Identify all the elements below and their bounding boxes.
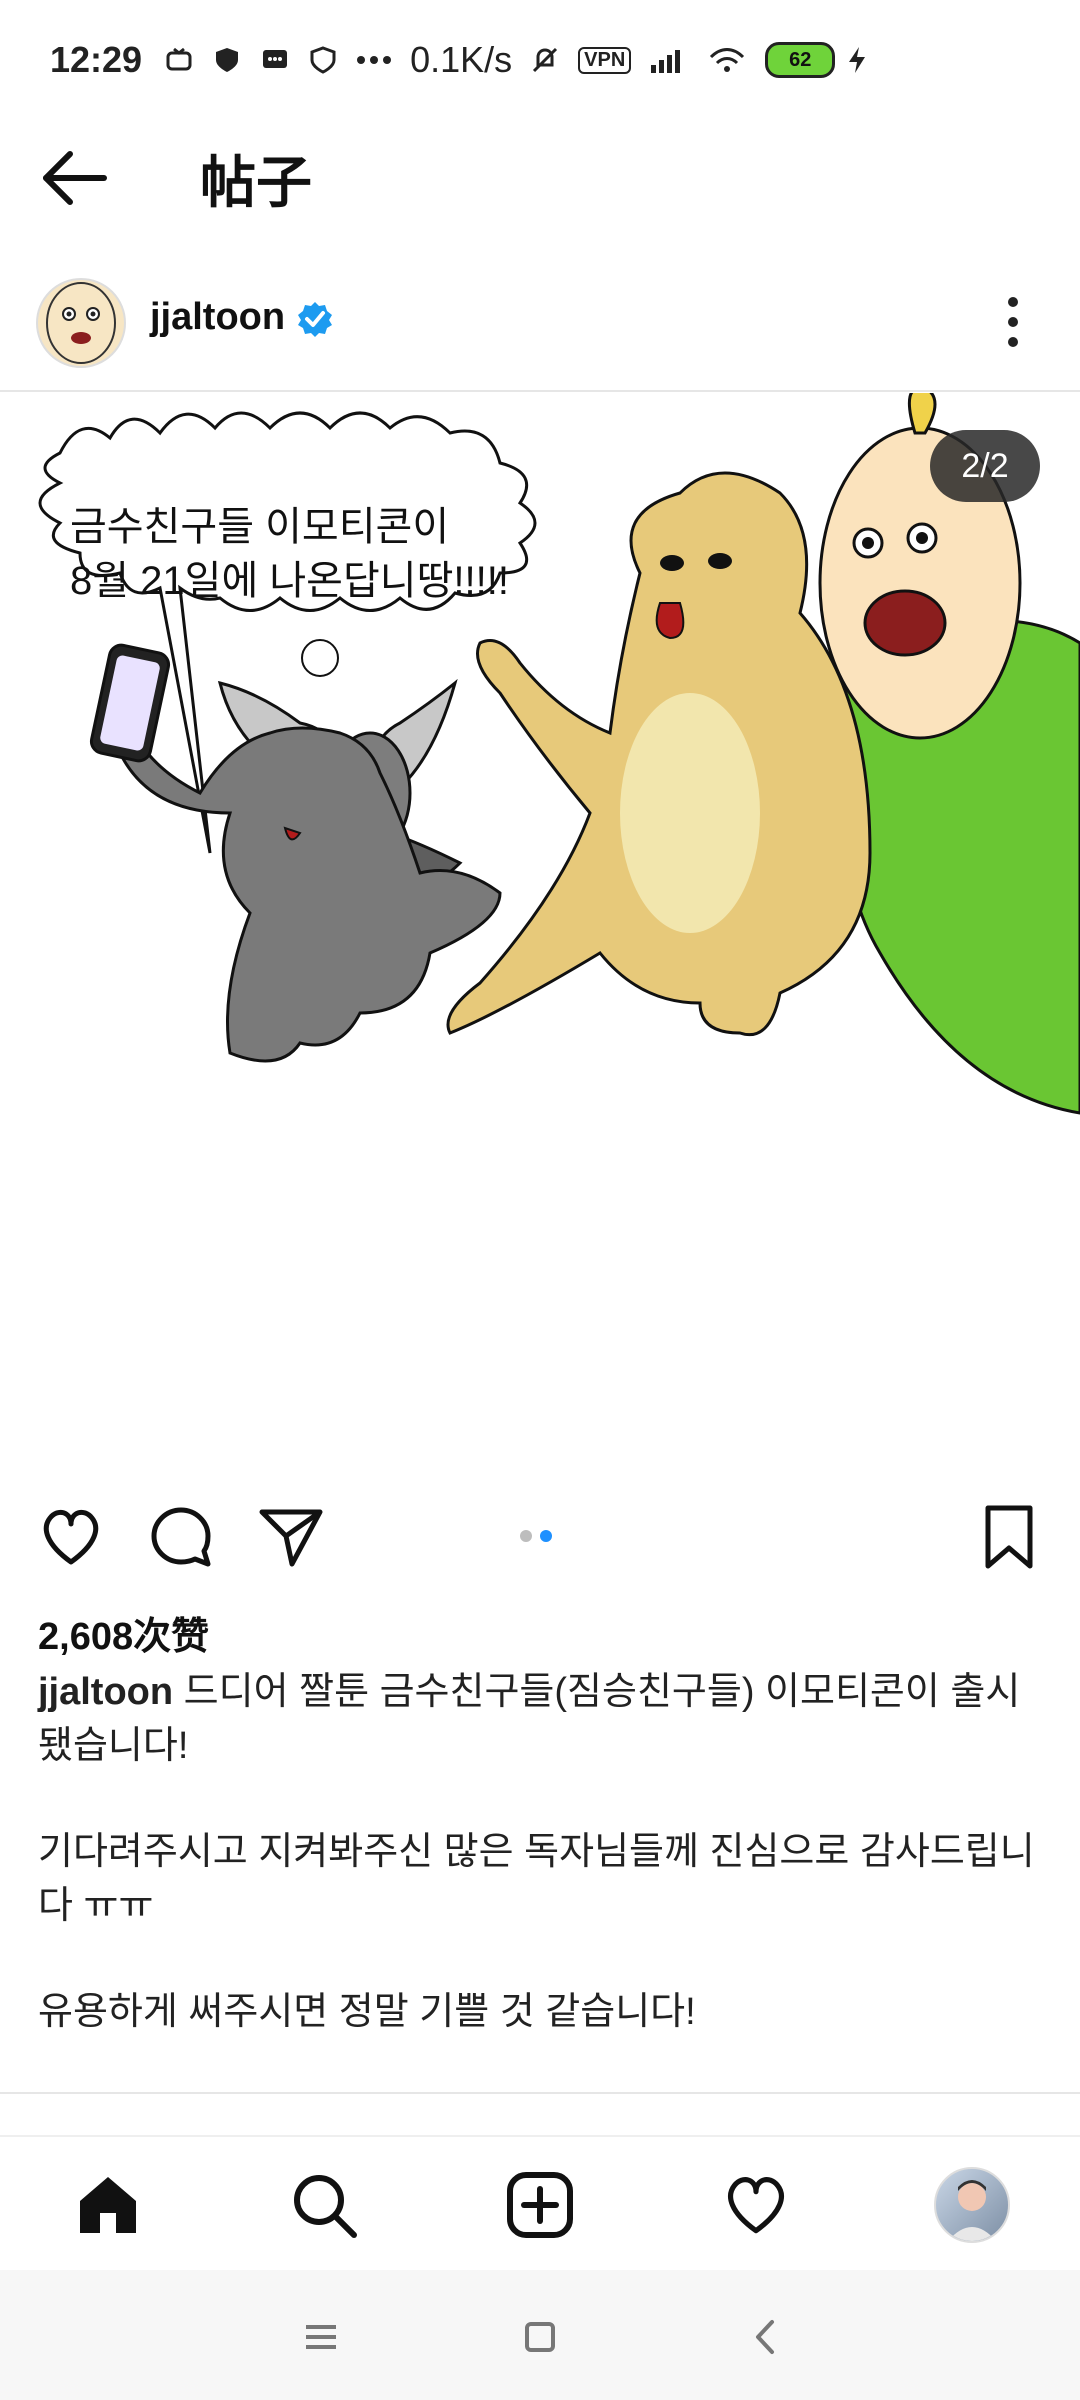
- more-vertical-icon[interactable]: [1000, 292, 1026, 352]
- caption-paragraph-2: 기다려주시고 지켜봐주신 많은 독자님들께 진심으로 감사드립니다 ㅠㅠ: [38, 1831, 1035, 1927]
- wifi-icon: [707, 45, 747, 75]
- nav-home[interactable]: [72, 2169, 144, 2241]
- bookmark-icon: [985, 1505, 1033, 1569]
- likes-count[interactable]: 2,608次赞: [38, 1605, 209, 1660]
- green-character-tuft: [907, 393, 937, 435]
- network-speed: 0.1K/s: [410, 39, 513, 80]
- bubble-line-2: 8월 21일에 나온답니땅!!!!!: [70, 559, 509, 603]
- battery-level: 62: [789, 48, 812, 71]
- post-header: jjaltoon: [0, 262, 1080, 382]
- comment-button[interactable]: [146, 1502, 216, 1572]
- home-icon: [80, 2177, 136, 2233]
- signal-icon: [649, 45, 689, 75]
- home-square-icon[interactable]: [515, 2312, 565, 2362]
- caption-username[interactable]: jjaltoon: [38, 1671, 173, 1713]
- battery-indicator: 62: [765, 42, 836, 78]
- author-username[interactable]: jjaltoon: [150, 296, 285, 339]
- cat-mouse: [301, 639, 339, 677]
- caption-paragraph-1: jjaltoon 드디어 짤툰 금수친구들(짐승친구들) 이모티콘이 출시됐습니…: [38, 1665, 1048, 1773]
- send-icon: [259, 1509, 323, 1567]
- heart-icon: [43, 1509, 99, 1565]
- dog-tongue: [655, 602, 685, 640]
- back-button[interactable]: [40, 148, 110, 208]
- back-chevron-icon[interactable]: [740, 2312, 790, 2362]
- message-icon: [260, 45, 290, 75]
- status-bar: 12:29 0.1K/s VPN 62: [0, 0, 1080, 120]
- post-actions: [0, 1490, 1080, 1586]
- post-caption: jjaltoon 드디어 짤툰 금수친구들(짐승친구들) 이모티콘이 출시됐습니…: [38, 1665, 1048, 2091]
- nav-search[interactable]: [288, 2169, 360, 2241]
- caption-paragraph-3: 유용하게 써주시면 정말 기쁠 것 같습니다!: [38, 1991, 696, 2033]
- carousel-dot: [520, 1530, 532, 1542]
- bubble-text: 금수친구들 이모티콘이 8월 21일에 나온답니땅!!!!!: [70, 500, 509, 608]
- dog-belly: [620, 693, 760, 933]
- vpn-label: VPN: [584, 48, 626, 71]
- heart-icon: [728, 2177, 784, 2234]
- author-avatar[interactable]: [36, 278, 126, 368]
- mute-icon: [530, 45, 560, 75]
- bubble-line-1: 금수친구들 이모티콘이: [70, 505, 450, 549]
- app-bar: 帖子: [0, 120, 1080, 230]
- like-button[interactable]: [36, 1502, 106, 1572]
- caption-text-1: 드디어 짤툰 금수친구들(짐승친구들) 이모티콘이 출시됐습니다!: [38, 1671, 1021, 1767]
- vpn-badge: VPN: [578, 46, 632, 74]
- nav-activity[interactable]: [720, 2169, 792, 2241]
- content-divider: [0, 2092, 1080, 2094]
- more-icon: [356, 54, 392, 66]
- dog-eye-left: [660, 555, 684, 571]
- plus-square-icon: [507, 2172, 573, 2238]
- bottom-navigation: [0, 2135, 1080, 2267]
- charging-icon: [845, 45, 869, 75]
- shield-icon: [212, 45, 242, 75]
- cat-body: [117, 726, 502, 1063]
- verified-badge-icon: [298, 302, 332, 337]
- image-counter: 2/2: [930, 430, 1040, 502]
- menu-icon[interactable]: [296, 2312, 346, 2362]
- status-time: 12:29: [50, 39, 143, 80]
- carousel-indicator: [520, 1530, 552, 1542]
- search-icon: [294, 2175, 357, 2238]
- security-icon: [308, 45, 338, 75]
- tv-icon: [164, 45, 194, 75]
- green-character-pupil-right: [916, 532, 928, 544]
- dog-eye-right: [708, 553, 732, 569]
- green-character-mouth: [863, 589, 947, 657]
- header-divider: [0, 390, 1080, 392]
- green-character-pupil-left: [862, 537, 874, 549]
- nav-profile-avatar[interactable]: [934, 2167, 1010, 2243]
- arrow-left-icon: [43, 151, 107, 205]
- nav-create[interactable]: [504, 2169, 576, 2241]
- share-button[interactable]: [256, 1502, 326, 1572]
- system-navigation-bar: [0, 2270, 1080, 2400]
- carousel-dot-active: [540, 1530, 552, 1542]
- comment-icon: [151, 1507, 211, 1567]
- page-title: 帖子: [200, 151, 312, 214]
- save-button[interactable]: [974, 1502, 1044, 1572]
